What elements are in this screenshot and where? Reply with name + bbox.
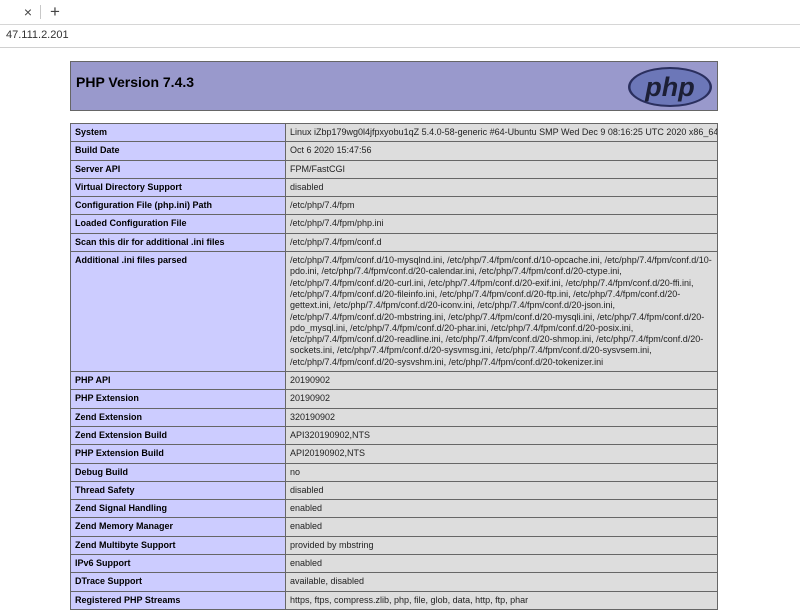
row-key: Zend Memory Manager <box>70 517 286 537</box>
row-key: Additional .ini files parsed <box>70 251 286 373</box>
row-value: /etc/php/7.4/fpm/conf.d/10-mysqlnd.ini, … <box>285 251 718 373</box>
phpinfo-table: System Linux iZbp179wg0l4jfpxyobu1qZ 5.4… <box>70 122 718 610</box>
table-row: Registered PHP Streams https, ftps, comp… <box>70 590 718 610</box>
table-row: Zend Multibyte Support provided by mbstr… <box>70 535 718 556</box>
table-row: Loaded Configuration File /etc/php/7.4/f… <box>70 214 718 234</box>
phpinfo-header: PHP Version 7.4.3 php <box>70 61 718 111</box>
row-value: /etc/php/7.4/fpm/php.ini <box>285 214 718 234</box>
table-row: Thread Safety disabled <box>70 480 718 501</box>
close-tab-icon[interactable]: × <box>20 4 36 20</box>
row-key: Loaded Configuration File <box>70 214 286 234</box>
row-key: Build Date <box>70 141 286 161</box>
table-row: System Linux iZbp179wg0l4jfpxyobu1qZ 5.4… <box>70 122 718 143</box>
row-key: Debug Build <box>70 462 286 482</box>
row-key: Server API <box>70 159 286 179</box>
row-value: /etc/php/7.4/fpm/conf.d <box>285 232 718 253</box>
phpinfo-content: PHP Version 7.4.3 php System Linux iZbp1… <box>70 61 718 610</box>
row-key: PHP API <box>70 371 286 391</box>
row-value: API320190902,NTS <box>285 425 718 446</box>
row-key: PHP Extension <box>70 389 286 409</box>
row-value: 320190902 <box>285 407 718 427</box>
row-value: available, disabled <box>285 572 718 592</box>
row-key: Zend Multibyte Support <box>70 535 286 556</box>
tab-separator <box>40 5 41 19</box>
table-row: Debug Build no <box>70 462 718 482</box>
row-key: Virtual Directory Support <box>70 177 286 198</box>
row-key: Thread Safety <box>70 480 286 501</box>
table-row: Configuration File (php.ini) Path /etc/p… <box>70 196 718 216</box>
table-row: DTrace Support available, disabled <box>70 572 718 592</box>
table-row: IPv6 Support enabled <box>70 554 718 574</box>
row-key: IPv6 Support <box>70 554 286 574</box>
table-row: Zend Memory Manager enabled <box>70 517 718 537</box>
url-text[interactable]: 47.111.2.201 <box>6 29 69 41</box>
row-key: Scan this dir for additional .ini files <box>70 232 286 253</box>
row-value: Oct 6 2020 15:47:56 <box>285 141 718 161</box>
new-tab-icon[interactable]: + <box>46 3 64 21</box>
row-key: Zend Extension Build <box>70 425 286 446</box>
table-row: Zend Signal Handling enabled <box>70 499 718 519</box>
table-row: Virtual Directory Support disabled <box>70 177 718 198</box>
row-key: Zend Signal Handling <box>70 499 286 519</box>
row-value: enabled <box>285 499 718 519</box>
row-value: provided by mbstring <box>285 535 718 556</box>
tab-strip: × + <box>0 0 800 25</box>
row-value: API20190902,NTS <box>285 444 718 464</box>
row-value: no <box>285 462 718 482</box>
row-key: Registered PHP Streams <box>70 590 286 610</box>
row-key: Configuration File (php.ini) Path <box>70 196 286 216</box>
php-logo-text: php <box>644 72 694 102</box>
row-key: PHP Extension Build <box>70 444 286 464</box>
row-value: disabled <box>285 177 718 198</box>
row-value: 20190902 <box>285 371 718 391</box>
row-value: enabled <box>285 554 718 574</box>
php-logo-icon: php <box>628 67 712 107</box>
table-row: PHP Extension 20190902 <box>70 389 718 409</box>
row-value: disabled <box>285 480 718 501</box>
address-bar[interactable]: 47.111.2.201 <box>0 25 800 48</box>
table-row: PHP API 20190902 <box>70 371 718 391</box>
row-value: 20190902 <box>285 389 718 409</box>
row-value: FPM/FastCGI <box>285 159 718 179</box>
page-title: PHP Version 7.4.3 <box>76 74 195 90</box>
table-row: Zend Extension Build API320190902,NTS <box>70 425 718 446</box>
row-key: Zend Extension <box>70 407 286 427</box>
row-key: System <box>70 122 286 143</box>
table-row: Server API FPM/FastCGI <box>70 159 718 179</box>
row-key: DTrace Support <box>70 572 286 592</box>
table-row: Scan this dir for additional .ini files … <box>70 232 718 253</box>
row-value: enabled <box>285 517 718 537</box>
table-row: PHP Extension Build API20190902,NTS <box>70 444 718 464</box>
table-row: Zend Extension 320190902 <box>70 407 718 427</box>
table-row: Build Date Oct 6 2020 15:47:56 <box>70 141 718 161</box>
table-row: Additional .ini files parsed /etc/php/7.… <box>70 251 718 373</box>
row-value: /etc/php/7.4/fpm <box>285 196 718 216</box>
row-value: https, ftps, compress.zlib, php, file, g… <box>285 590 718 610</box>
row-value: Linux iZbp179wg0l4jfpxyobu1qZ 5.4.0-58-g… <box>285 122 718 143</box>
